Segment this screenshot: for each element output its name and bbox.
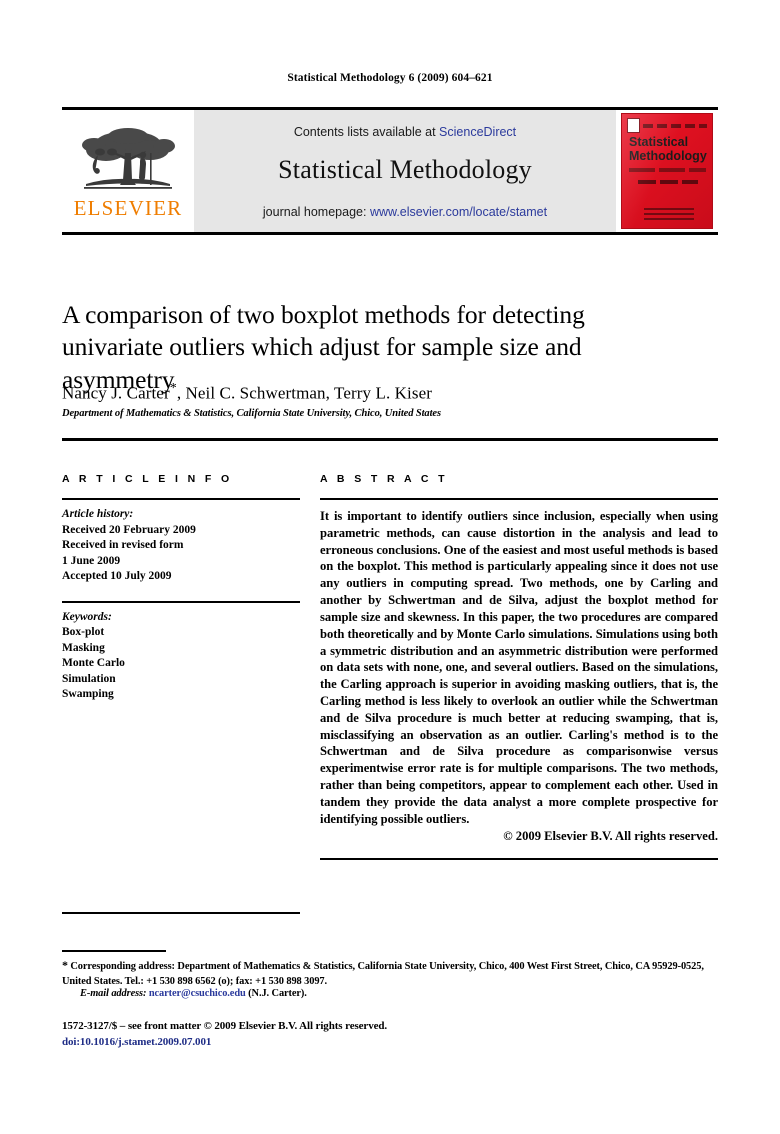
footnote-divider (62, 950, 166, 952)
elsevier-wordmark: ELSEVIER (73, 196, 183, 220)
running-head: Statistical Methodology 6 (2009) 604–621 (287, 72, 493, 84)
journal-homepage-link[interactable]: www.elsevier.com/locate/stamet (370, 205, 547, 219)
journal-title: Statistical Methodology (278, 154, 532, 184)
doi-link[interactable]: doi:10.1016/j.stamet.2009.07.001 (62, 1036, 718, 1048)
abstract-bottom-divider (320, 858, 718, 861)
corresponding-author-marker: * (169, 381, 177, 396)
article-info-heading: A R T I C L E I N F O (62, 473, 233, 485)
keyword-item: Swamping (62, 688, 114, 701)
journal-cover-block: Statistical Methodology (616, 110, 718, 232)
paper-page: Statistical Methodology 6 (2009) 604–621 (0, 0, 780, 1134)
article-info-bottom-divider (62, 912, 300, 914)
homepage-prefix: journal homepage: (262, 204, 370, 219)
email-label: E-mail address: (80, 988, 147, 999)
author-list: Nancy J. Carter*, Neil C. Schwertman, Te… (62, 381, 702, 404)
article-history-label: Article history: (62, 508, 134, 520)
email-suffix: (N.J. Carter). (245, 988, 307, 999)
email-note: E-mail address: ncarter@csuchico.edu (N.… (62, 988, 718, 999)
history-item: Received 20 February 2009 (62, 523, 196, 536)
abstract-heading: A B S T R A C T (320, 473, 448, 485)
cover-sheen (622, 114, 712, 228)
abstract-copyright: © 2009 Elsevier B.V. All rights reserved… (503, 829, 718, 844)
corresponding-address-note: * Corresponding address: Department of M… (62, 957, 718, 989)
sciencedirect-link[interactable]: ScienceDirect (439, 125, 516, 139)
abstract-column: A B S T R A C T It is important to ident… (320, 473, 718, 861)
author-first: Nancy J. Carter (62, 383, 170, 403)
history-item: 1 June 2009 (62, 554, 121, 567)
issn-front-matter: 1572-3127/$ – see front matter © 2009 El… (62, 1020, 388, 1032)
keyword-item: Masking (62, 641, 105, 654)
history-item: Accepted 10 July 2009 (62, 570, 172, 583)
keywords-divider (62, 600, 300, 603)
abstract-divider (320, 498, 718, 500)
history-item: Received in revised form (62, 539, 184, 552)
article-info-divider (62, 498, 300, 500)
article-info-column: A R T I C L E I N F O Article history: R… (62, 473, 300, 914)
contents-list-line: Contents lists available at ScienceDirec… (294, 125, 516, 139)
article-history: Article history: Received 20 February 20… (62, 507, 300, 585)
keywords-list: Keywords: Box-plot Masking Monte Carlo S… (62, 610, 300, 703)
email-link[interactable]: ncarter@csuchico.edu (149, 988, 246, 999)
keyword-item: Monte Carlo (62, 657, 125, 670)
keyword-item: Simulation (62, 672, 116, 685)
elsevier-tree-icon (76, 125, 180, 197)
keywords-label: Keywords: (62, 610, 112, 623)
contents-prefix: Contents lists available at (293, 124, 440, 139)
journal-cover-image: Statistical Methodology (621, 113, 713, 229)
affiliation: Department of Mathematics & Statistics, … (62, 408, 441, 419)
keyword-item: Box-plot (62, 626, 105, 639)
corresponding-address-text: Corresponding address: Department of Mat… (62, 961, 704, 988)
abstract-text: It is important to identify outliers sin… (320, 509, 718, 826)
journal-masthead: ELSEVIER Contents lists available at Sci… (62, 107, 718, 235)
elsevier-logo: ELSEVIER (62, 110, 194, 232)
author-rest: , Neil C. Schwertman, Terry L. Kiser (176, 383, 432, 403)
masthead-center: Contents lists available at ScienceDirec… (194, 110, 616, 232)
header-divider (62, 438, 718, 441)
journal-homepage-line: journal homepage: www.elsevier.com/locat… (263, 205, 547, 219)
